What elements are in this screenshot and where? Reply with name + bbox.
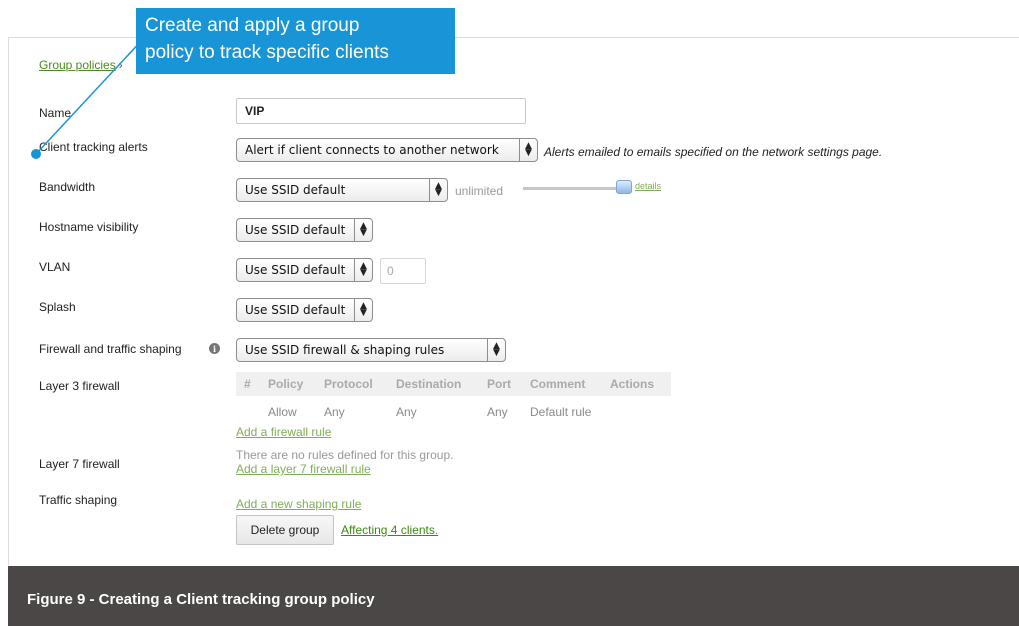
callout-line-2: policy to track specific clients <box>145 42 389 63</box>
firewall-select-value: Use SSID firewall & shaping rules <box>245 343 445 357</box>
hostname-visibility-select[interactable]: Use SSID default ▲ ▼ <box>236 218 373 242</box>
table-cell: Default rule <box>530 405 592 419</box>
bandwidth-details-link[interactable]: details <box>635 181 661 191</box>
hostname-visibility-label: Hostname visibility <box>39 220 139 234</box>
client-tracking-select[interactable]: Alert if client connects to another netw… <box>236 138 538 162</box>
select-arrows-icon: ▲ ▼ <box>487 339 505 361</box>
info-icon[interactable]: i <box>209 343 220 354</box>
add-shaping-rule-link[interactable]: Add a new shaping rule <box>236 497 361 511</box>
bandwidth-slider-fill <box>523 187 623 190</box>
table-header-cell: Policy <box>268 377 304 391</box>
bandwidth-slider-handle[interactable] <box>616 180 632 194</box>
table-cell: Any <box>324 405 345 419</box>
bandwidth-limit-text: unlimited <box>455 184 504 198</box>
firewall-shaping-select[interactable]: Use SSID firewall & shaping rules ▲ ▼ <box>236 338 506 362</box>
add-firewall-rule-link[interactable]: Add a firewall rule <box>236 425 331 439</box>
layer3-firewall-label: Layer 3 firewall <box>39 379 120 393</box>
select-arrows-icon: ▲ ▼ <box>354 219 372 241</box>
name-input[interactable] <box>236 98 526 124</box>
affecting-clients-link[interactable]: Affecting 4 clients. <box>341 523 438 537</box>
callout-line-1: Create and apply a group <box>145 15 360 36</box>
callout-box: Create and apply a group policy to track… <box>136 8 455 74</box>
table-cell: Any <box>487 405 508 419</box>
name-label: Name <box>39 106 72 120</box>
hostname-select-value: Use SSID default <box>245 223 346 237</box>
table-header-cell: # <box>244 377 251 391</box>
client-tracking-label: Client tracking alerts <box>39 140 148 154</box>
splash-label: Splash <box>39 300 76 314</box>
table-cell: Allow <box>268 405 297 419</box>
firewall-shaping-label: Firewall and traffic shaping <box>39 342 182 356</box>
bandwidth-slider-track[interactable] <box>523 187 623 190</box>
client-tracking-hint: Alerts emailed to emails specified on th… <box>544 145 883 159</box>
bandwidth-label: Bandwidth <box>39 180 96 194</box>
bandwidth-select[interactable]: Use SSID default ▲ ▼ <box>236 178 448 202</box>
traffic-shaping-label: Traffic shaping <box>39 493 118 507</box>
client-tracking-select-value: Alert if client connects to another netw… <box>245 143 499 157</box>
select-arrows-icon: ▲ ▼ <box>354 259 372 281</box>
figure-caption: Figure 9 - Creating a Client tracking gr… <box>27 591 375 608</box>
vlan-id-input[interactable] <box>380 258 426 284</box>
vlan-label: VLAN <box>39 260 71 274</box>
table-header-cell: Protocol <box>324 377 373 391</box>
table-header-cell: Comment <box>530 377 586 391</box>
select-arrows-icon: ▲ ▼ <box>519 139 537 161</box>
breadcrumb-group-policies-link[interactable]: Group policies <box>39 58 116 72</box>
add-layer7-rule-link[interactable]: Add a layer 7 firewall rule <box>236 462 371 476</box>
table-header-cell: Port <box>487 377 511 391</box>
table-cell: Any <box>396 405 417 419</box>
breadcrumb-separator: › <box>118 58 123 72</box>
layer7-empty-text: There are no rules defined for this grou… <box>236 448 454 462</box>
select-arrows-icon: ▲ ▼ <box>354 299 372 321</box>
bandwidth-select-value: Use SSID default <box>245 183 346 197</box>
breadcrumb: Group policies › <box>39 58 123 72</box>
table-header-cell: Actions <box>610 377 655 391</box>
splash-select[interactable]: Use SSID default ▲ ▼ <box>236 298 373 322</box>
splash-select-value: Use SSID default <box>245 303 346 317</box>
figure-caption-bar: Figure 9 - Creating a Client tracking gr… <box>8 566 1019 626</box>
table-header-cell: Destination <box>396 377 462 391</box>
select-arrows-icon: ▲ ▼ <box>429 179 447 201</box>
delete-group-button[interactable]: Delete group <box>236 515 334 545</box>
vlan-select[interactable]: Use SSID default ▲ ▼ <box>236 258 373 282</box>
vlan-select-value: Use SSID default <box>245 263 346 277</box>
layer7-firewall-label: Layer 7 firewall <box>39 457 120 471</box>
